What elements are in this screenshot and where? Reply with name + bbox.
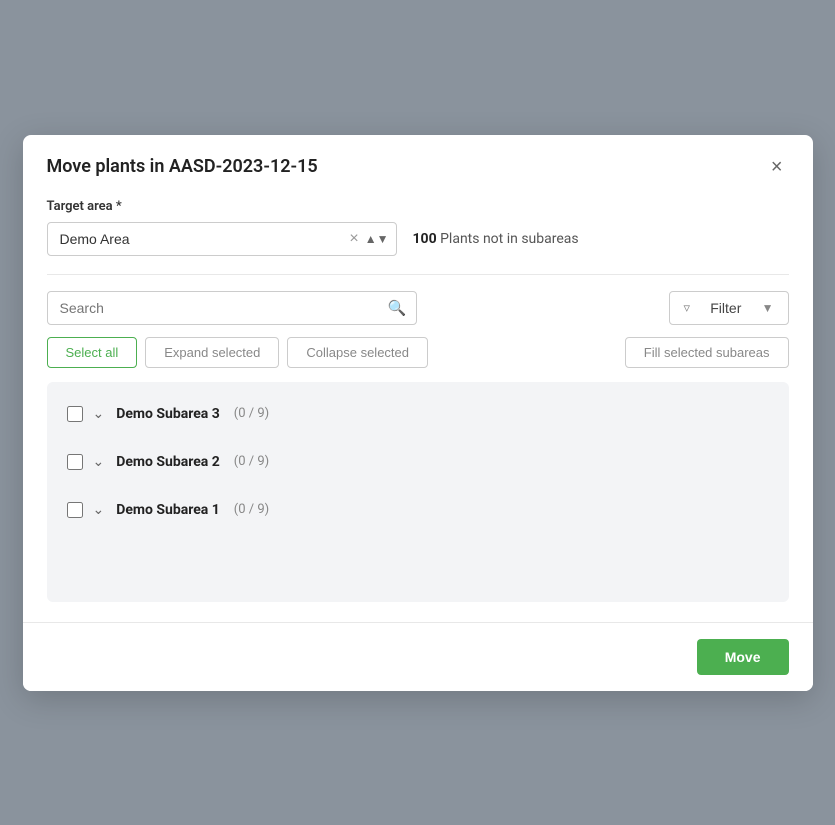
close-button[interactable]: × <box>765 155 789 179</box>
subarea-name-2: Demo Subarea 1 <box>116 502 220 518</box>
modal-header: Move plants in AASD-2023-12-15 × <box>23 135 813 195</box>
modal-title: Move plants in AASD-2023-12-15 <box>47 156 318 177</box>
subarea-chevron-icon-0[interactable]: ⌄ <box>93 406 105 422</box>
plants-info-text: Plants not in subareas <box>440 231 579 247</box>
subarea-checkbox-2[interactable] <box>67 502 83 518</box>
fill-selected-button[interactable]: Fill selected subareas <box>625 337 789 368</box>
modal-footer: Move <box>23 622 813 691</box>
target-area-select[interactable]: Demo Area <box>47 222 397 256</box>
filter-button[interactable]: ▿ Filter ▼ <box>669 291 789 325</box>
area-select-wrapper: Demo Area × ▲▼ <box>47 222 397 256</box>
subarea-chevron-icon-2[interactable]: ⌄ <box>93 502 105 518</box>
subarea-chevron-icon-1[interactable]: ⌄ <box>93 454 105 470</box>
search-input[interactable] <box>47 291 417 325</box>
subarea-checkbox-0[interactable] <box>67 406 83 422</box>
filter-icon: ▿ <box>684 300 691 316</box>
subarea-name-0: Demo Subarea 3 <box>116 406 220 422</box>
clear-area-button[interactable]: × <box>347 231 360 247</box>
select-all-button[interactable]: Select all <box>47 337 138 368</box>
dropdown-arrow-icon: ▲▼ <box>365 232 389 246</box>
subarea-count-2: (0 / 9) <box>234 502 269 517</box>
subarea-item: ⌄ Demo Subarea 1 (0 / 9) <box>47 486 789 534</box>
subarea-count-1: (0 / 9) <box>234 454 269 469</box>
collapse-selected-button[interactable]: Collapse selected <box>287 337 428 368</box>
search-wrapper: 🔍 <box>47 291 417 325</box>
plants-info: 100 Plants not in subareas <box>413 231 579 247</box>
filter-label: Filter <box>710 300 741 316</box>
move-plants-modal: Move plants in AASD-2023-12-15 × Target … <box>23 135 813 691</box>
divider <box>47 274 789 275</box>
subarea-item: ⌄ Demo Subarea 2 (0 / 9) <box>47 438 789 486</box>
subarea-name-1: Demo Subarea 2 <box>116 454 220 470</box>
target-area-row: Demo Area × ▲▼ 100 Plants not in subarea… <box>47 222 789 256</box>
subarea-checkbox-1[interactable] <box>67 454 83 470</box>
search-filter-row: 🔍 ▿ Filter ▼ <box>47 291 789 325</box>
expand-selected-button[interactable]: Expand selected <box>145 337 279 368</box>
actions-row: Select all Expand selected Collapse sele… <box>47 337 789 368</box>
subarea-item: ⌄ Demo Subarea 3 (0 / 9) <box>47 390 789 438</box>
modal-body: Target area * Demo Area × ▲▼ 100 Plants … <box>23 199 813 622</box>
move-button[interactable]: Move <box>697 639 789 675</box>
plants-count: 100 <box>413 231 437 247</box>
subarea-count-0: (0 / 9) <box>234 406 269 421</box>
filter-dropdown-icon: ▼ <box>762 301 774 315</box>
subarea-list: ⌄ Demo Subarea 3 (0 / 9) ⌄ Demo Subarea … <box>47 382 789 602</box>
target-area-label: Target area * <box>47 199 789 214</box>
area-select-controls: × ▲▼ <box>347 231 388 247</box>
